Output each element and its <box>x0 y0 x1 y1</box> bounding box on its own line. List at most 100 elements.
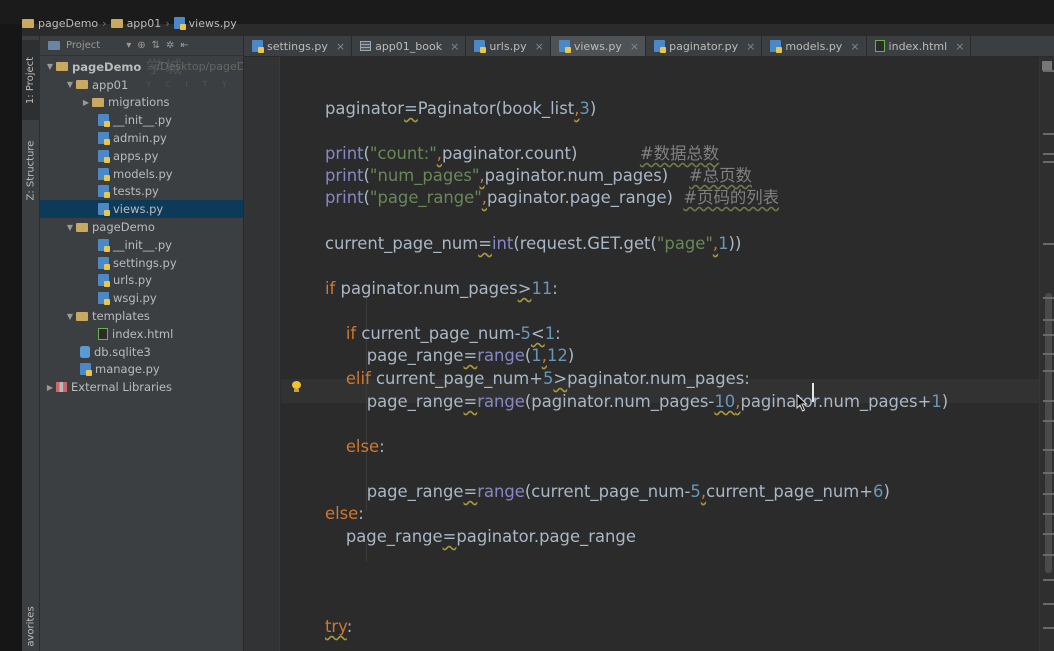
tree-item[interactable]: urls.py <box>40 272 243 290</box>
editor-tab[interactable]: settings.py × <box>244 36 353 56</box>
tree-item[interactable]: ▼pageDemo~/Desktop/pageDemo <box>40 58 243 76</box>
expand-arrow-icon[interactable]: ▼ <box>64 223 76 232</box>
python-file-icon <box>252 40 264 53</box>
collapse-arrow-icon[interactable]: ▶ <box>44 383 56 392</box>
scrollbar-marker[interactable] <box>1043 420 1054 422</box>
scrollbar-marker[interactable] <box>1043 334 1054 336</box>
tree-item[interactable]: models.py <box>40 165 243 183</box>
code-line: if current_page_num-5<1: <box>325 323 561 345</box>
editor-tab-label: paginator.py <box>669 39 739 53</box>
scrollbar-marker[interactable] <box>1043 370 1054 372</box>
scrollbar-marker[interactable] <box>1043 70 1054 72</box>
project-view-select[interactable]: Project <box>66 40 100 51</box>
code-token: "num_pages" <box>369 166 480 185</box>
scrollbar-marker[interactable] <box>1043 353 1054 355</box>
scrollbar-marker[interactable] <box>1043 513 1054 515</box>
scrollbar-marker[interactable] <box>1043 472 1054 474</box>
scrollbar-marker[interactable] <box>1043 297 1054 299</box>
code-token: > <box>517 279 532 298</box>
scrollbar-marker[interactable] <box>1043 579 1054 581</box>
tree-item[interactable]: apps.py <box>40 147 243 165</box>
code-token: 3 <box>579 99 590 118</box>
scrollbar-marker[interactable] <box>1043 133 1054 135</box>
expand-arrow-icon[interactable]: ▼ <box>64 312 76 321</box>
scrollbar-marker[interactable] <box>1043 533 1054 535</box>
tree-item[interactable]: wsgi.py <box>40 289 243 307</box>
editor-tab-label: index.html <box>888 39 948 53</box>
code-token: paginator.num_pages <box>340 279 518 298</box>
close-icon[interactable]: × <box>336 40 345 53</box>
tree-item[interactable]: admin.py <box>40 129 243 147</box>
scrollbar-marker[interactable] <box>1043 627 1054 629</box>
close-icon[interactable]: × <box>535 40 544 53</box>
tree-item[interactable]: __init__.py <box>40 111 243 129</box>
hide-panel-icon[interactable]: ⇤ <box>180 40 188 51</box>
breadcrumb-item-project[interactable]: pageDemo <box>38 17 98 30</box>
tree-item[interactable]: index.html <box>40 325 243 343</box>
tree-item[interactable]: db.sqlite3 <box>40 343 243 361</box>
tree-item[interactable]: tests.py <box>40 183 243 201</box>
scrollbar-marker[interactable] <box>1043 449 1054 451</box>
tab-project-tool-label: 1: Project <box>25 56 37 104</box>
editor-tab[interactable]: views.py × <box>550 36 647 56</box>
code-token: 5 <box>542 369 554 388</box>
left-edge <box>0 24 22 651</box>
breadcrumb-item-package[interactable]: app01 <box>127 17 162 30</box>
code-token: 6 <box>873 482 884 501</box>
expand-arrow-icon[interactable]: ▼ <box>64 80 76 89</box>
scrollbar-marker[interactable] <box>1043 319 1054 321</box>
expand-arrow-icon[interactable]: ▼ <box>44 62 56 71</box>
tab-favorites-tool[interactable]: avorites <box>22 602 40 651</box>
vertical-scrollbar[interactable] <box>1039 57 1054 651</box>
scrollbar-marker[interactable] <box>1043 554 1054 556</box>
scroll-from-source-icon[interactable]: ⊕ <box>137 40 145 51</box>
breadcrumb-item-file[interactable]: views.py <box>189 17 237 30</box>
scrollbar-marker[interactable] <box>1043 243 1054 245</box>
code-editor[interactable]: paginator=Paginator(book_list,3) print("c… <box>281 57 1039 651</box>
code-token: page_range <box>366 392 464 411</box>
chevron-down-icon[interactable]: ▾ <box>126 40 131 51</box>
collapse-all-icon[interactable]: ⇅ <box>152 40 160 51</box>
close-icon[interactable]: × <box>955 40 964 53</box>
code-token: paginator.num_pages) <box>484 166 669 185</box>
collapse-arrow-icon[interactable]: ▶ <box>80 98 92 107</box>
code-token: = <box>463 392 478 411</box>
close-icon[interactable]: × <box>630 40 639 53</box>
editor-tab[interactable]: models.py × <box>762 36 867 56</box>
tree-item[interactable]: ▼ templates <box>40 307 243 325</box>
tab-project-tool[interactable]: 1: Project <box>22 40 40 120</box>
tree-item[interactable]: views.py <box>40 200 243 219</box>
close-icon[interactable]: × <box>450 40 459 53</box>
gear-icon[interactable]: ✲ <box>166 40 174 51</box>
editor-tab[interactable]: app01_book × <box>352 36 467 56</box>
tree-item[interactable]: ▼ pageDemo <box>40 218 243 236</box>
editor-tab-label: views.py <box>573 39 622 53</box>
scrollbar-marker[interactable] <box>1043 400 1054 402</box>
editor-tab-label: urls.py <box>489 39 527 53</box>
tree-item[interactable]: settings.py <box>40 254 243 272</box>
editor-tab[interactable]: paginator.py × <box>646 36 763 56</box>
folder-icon <box>110 18 123 28</box>
scrollbar-marker[interactable] <box>1043 161 1054 163</box>
editor-tab[interactable]: urls.py × <box>466 36 551 56</box>
code-token: range <box>477 482 525 501</box>
tree-item[interactable]: __init__.py <box>40 236 243 254</box>
tree-item[interactable]: ▶ migrations <box>40 94 243 112</box>
code-token: try <box>325 617 347 636</box>
tree-item[interactable]: manage.py <box>40 361 243 379</box>
python-file-icon <box>98 149 110 163</box>
lightbulb-icon[interactable] <box>291 381 302 393</box>
python-file-icon <box>173 17 186 30</box>
close-icon[interactable]: × <box>746 40 755 53</box>
code-token: paginator.page_range) <box>487 188 673 207</box>
scrollbar-marker[interactable] <box>1043 493 1054 495</box>
tree-item[interactable]: ▶ External Libraries <box>40 378 243 396</box>
editor-tab[interactable]: index.html × <box>867 36 972 56</box>
tab-structure-tool[interactable]: Z: Structure <box>22 128 40 212</box>
code-token: Paginator(book_list <box>417 99 575 118</box>
close-icon[interactable]: × <box>850 40 859 53</box>
scrollbar-marker[interactable] <box>1043 153 1054 155</box>
scrollbar-marker[interactable] <box>1043 603 1054 605</box>
